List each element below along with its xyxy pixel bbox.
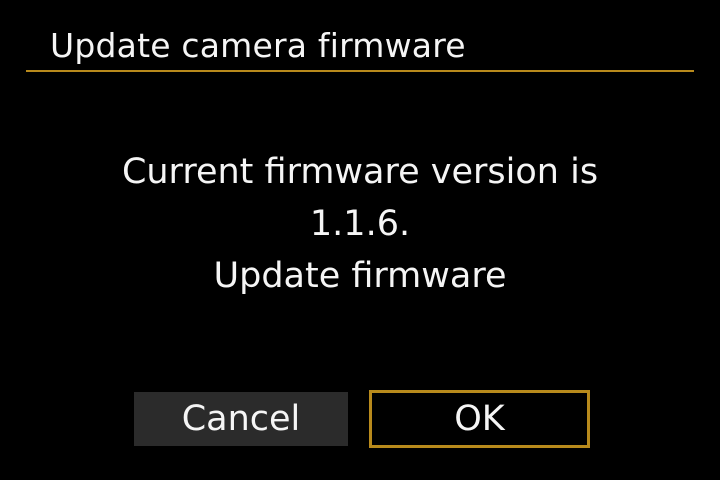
ok-button-label: OK bbox=[454, 399, 505, 439]
page-title: Update camera firmware bbox=[50, 26, 466, 65]
title-divider bbox=[26, 70, 694, 72]
ok-button[interactable]: OK bbox=[369, 390, 590, 448]
message-line-update-prompt: Update firmware bbox=[213, 256, 507, 296]
firmware-update-screen: Update camera firmware Current firmware … bbox=[0, 0, 720, 480]
message-line-version-number: 1.1.6. bbox=[309, 204, 411, 244]
message-line-current-version: Current firmware version is bbox=[121, 152, 599, 192]
dialog-message: Current firmware version is 1.1.6. Updat… bbox=[0, 146, 720, 302]
cancel-button-label: Cancel bbox=[181, 399, 301, 439]
cancel-button[interactable]: Cancel bbox=[134, 392, 348, 446]
